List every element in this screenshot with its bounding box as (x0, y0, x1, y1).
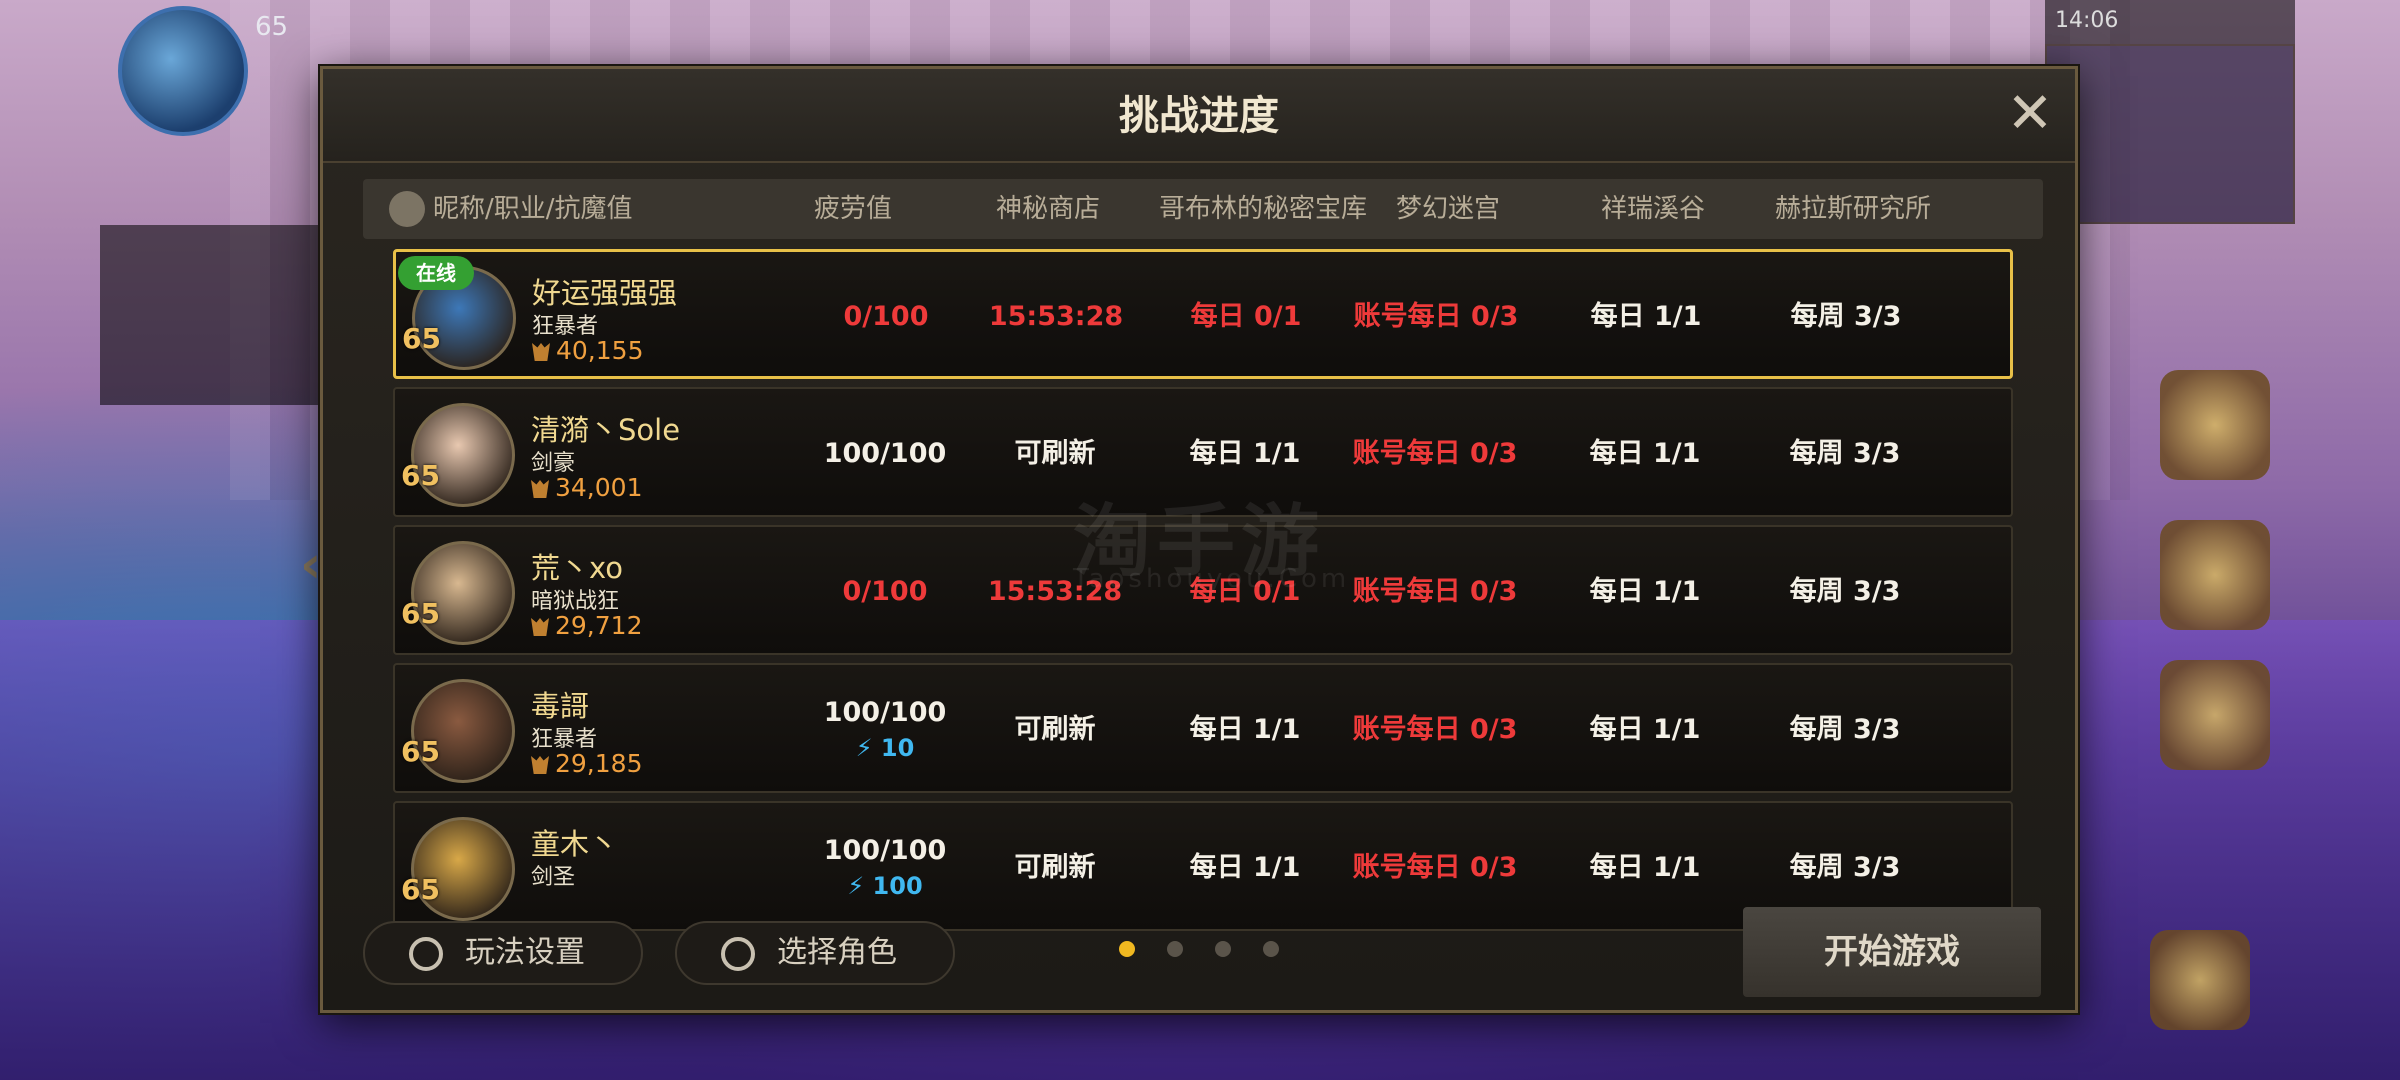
cell-maze: 账号每日 0/3 (1352, 852, 1518, 883)
anti-magic-value: 29,712 (531, 611, 642, 640)
col-header-maze: 梦幻迷宫 (1395, 194, 1500, 224)
page-dot[interactable] (1167, 941, 1183, 957)
cell-valley: 每日 1/1 (1589, 852, 1701, 883)
cell-goblin: 每日 1/1 (1189, 852, 1301, 883)
cell-shop: 可刷新 (1014, 852, 1096, 883)
character-name: 清漪丶Sole (531, 413, 681, 447)
watermark-sub: Taoshouyou.Com (1073, 564, 1351, 594)
settings-button[interactable]: 玩法设置 (363, 921, 643, 985)
cell-valley: 每日 1/1 (1589, 576, 1701, 607)
fatigue-value: 100/100 (823, 835, 947, 866)
cell-shop: 15:53:28 (988, 301, 1124, 332)
cell-maze: 账号每日 0/3 (1352, 438, 1518, 469)
cell-goblin: 每日 0/1 (1190, 301, 1302, 332)
page-dot[interactable] (1215, 941, 1231, 957)
energy-value: 100 (872, 872, 923, 900)
col-header-shop: 神秘商店 (995, 194, 1100, 224)
challenge-progress-dialog: 挑战进度 ✕ 昵称/职业/抗魔值 疲劳值 神秘商店 哥布林的秘密宝库 梦幻迷宫 … (320, 66, 2078, 1013)
crest-icon (531, 618, 549, 636)
anti-magic-value: 40,155 (532, 336, 643, 365)
crest-icon (531, 756, 549, 774)
player-avatar[interactable] (118, 6, 248, 136)
menu-icon-4[interactable] (2150, 930, 2250, 1030)
character-name: 毒謌 (531, 689, 590, 723)
status-bar-time: 14:06 (2045, 0, 2295, 44)
online-badge: 在线 (398, 256, 474, 290)
cell-maze: 账号每日 0/3 (1352, 576, 1518, 607)
settings-label: 玩法设置 (465, 935, 585, 970)
table-header: 昵称/职业/抗魔值 疲劳值 神秘商店 哥布林的秘密宝库 梦幻迷宫 祥瑞溪谷 赫拉… (363, 179, 2043, 239)
menu-icon-3[interactable] (2160, 660, 2270, 770)
character-level: 65 (401, 459, 440, 492)
character-icon (389, 191, 425, 227)
cell-hellas: 每周 3/3 (1789, 438, 1901, 469)
character-level: 65 (402, 322, 441, 355)
select-role-label: 选择角色 (777, 935, 897, 970)
cell-maze: 账号每日 0/3 (1353, 301, 1519, 332)
character-name: 荒丶xo (531, 551, 624, 585)
quest-tracker[interactable] (100, 225, 330, 405)
character-level: 65 (401, 597, 440, 630)
lightning-icon: ⚡ (847, 872, 873, 900)
cell-maze: 账号每日 0/3 (1352, 714, 1518, 745)
character-level: 65 (401, 735, 440, 768)
energy-value: 10 (880, 734, 915, 762)
character-level: 65 (401, 873, 440, 906)
lightning-icon: ⚡ (855, 734, 881, 762)
cell-valley: 每日 1/1 (1589, 714, 1701, 745)
player-level: 65 (255, 12, 289, 42)
cell-goblin: 每日 1/1 (1189, 714, 1301, 745)
character-name: 好运强强强 (532, 276, 678, 310)
cell-valley: 每日 1/1 (1590, 301, 1702, 332)
cell-hellas: 每周 3/3 (1789, 714, 1901, 745)
page-dot[interactable] (1263, 941, 1279, 957)
anti-magic-number: 29,712 (555, 611, 643, 640)
anti-magic-number: 29,185 (555, 749, 643, 778)
menu-icon-1[interactable] (2160, 370, 2270, 480)
col-header-name: 昵称/职业/抗魔值 (433, 194, 633, 224)
col-header-fatigue: 疲劳值 (813, 194, 892, 224)
character-name: 童木丶 (531, 827, 619, 861)
minimap[interactable] (2045, 44, 2295, 224)
character-job: 剑圣 (531, 865, 576, 890)
anti-magic-value: 29,185 (531, 749, 642, 778)
cell-valley: 每日 1/1 (1589, 438, 1701, 469)
cell-shop: 可刷新 (1014, 714, 1096, 745)
anti-magic-number: 40,155 (556, 336, 644, 365)
select-role-button[interactable]: 选择角色 (675, 921, 955, 985)
dialog-title: 挑战进度 (323, 69, 2075, 163)
character-row[interactable]: 65 毒謌 狂暴者 29,185 100/100 ⚡ 10 可刷新 每日 1/1 账号每日 0/… (393, 663, 2013, 793)
character-row[interactable]: 65 在线 好运强强强 狂暴者 40,155 0/100 15:53:28 每日 0/1 账号每… (393, 249, 2013, 379)
prev-arrow-icon[interactable]: ‹ (300, 535, 321, 595)
cell-hellas: 每周 3/3 (1790, 301, 1902, 332)
close-icon[interactable]: ✕ (2003, 86, 2057, 143)
character-list[interactable]: 65 在线 好运强强强 狂暴者 40,155 0/100 15:53:28 每日 0/1 账号每… (393, 249, 2013, 954)
col-header-goblin: 哥布林的秘密宝库 (1158, 194, 1367, 224)
col-header-hellas: 赫拉斯研究所 (1774, 194, 1931, 224)
menu-icon-2[interactable] (2160, 520, 2270, 630)
gear-icon (409, 937, 443, 971)
character-icon (721, 937, 755, 971)
anti-magic-value: 34,001 (531, 473, 642, 502)
fatigue-value: 100/100 (823, 697, 947, 728)
crest-icon (531, 480, 549, 498)
start-game-button[interactable]: 开始游戏 (1743, 907, 2041, 997)
crest-icon (532, 343, 550, 361)
cell-hellas: 每周 3/3 (1789, 576, 1901, 607)
anti-magic-number: 34,001 (555, 473, 643, 502)
page-dot[interactable] (1119, 941, 1135, 957)
col-header-valley: 祥瑞溪谷 (1600, 194, 1705, 224)
